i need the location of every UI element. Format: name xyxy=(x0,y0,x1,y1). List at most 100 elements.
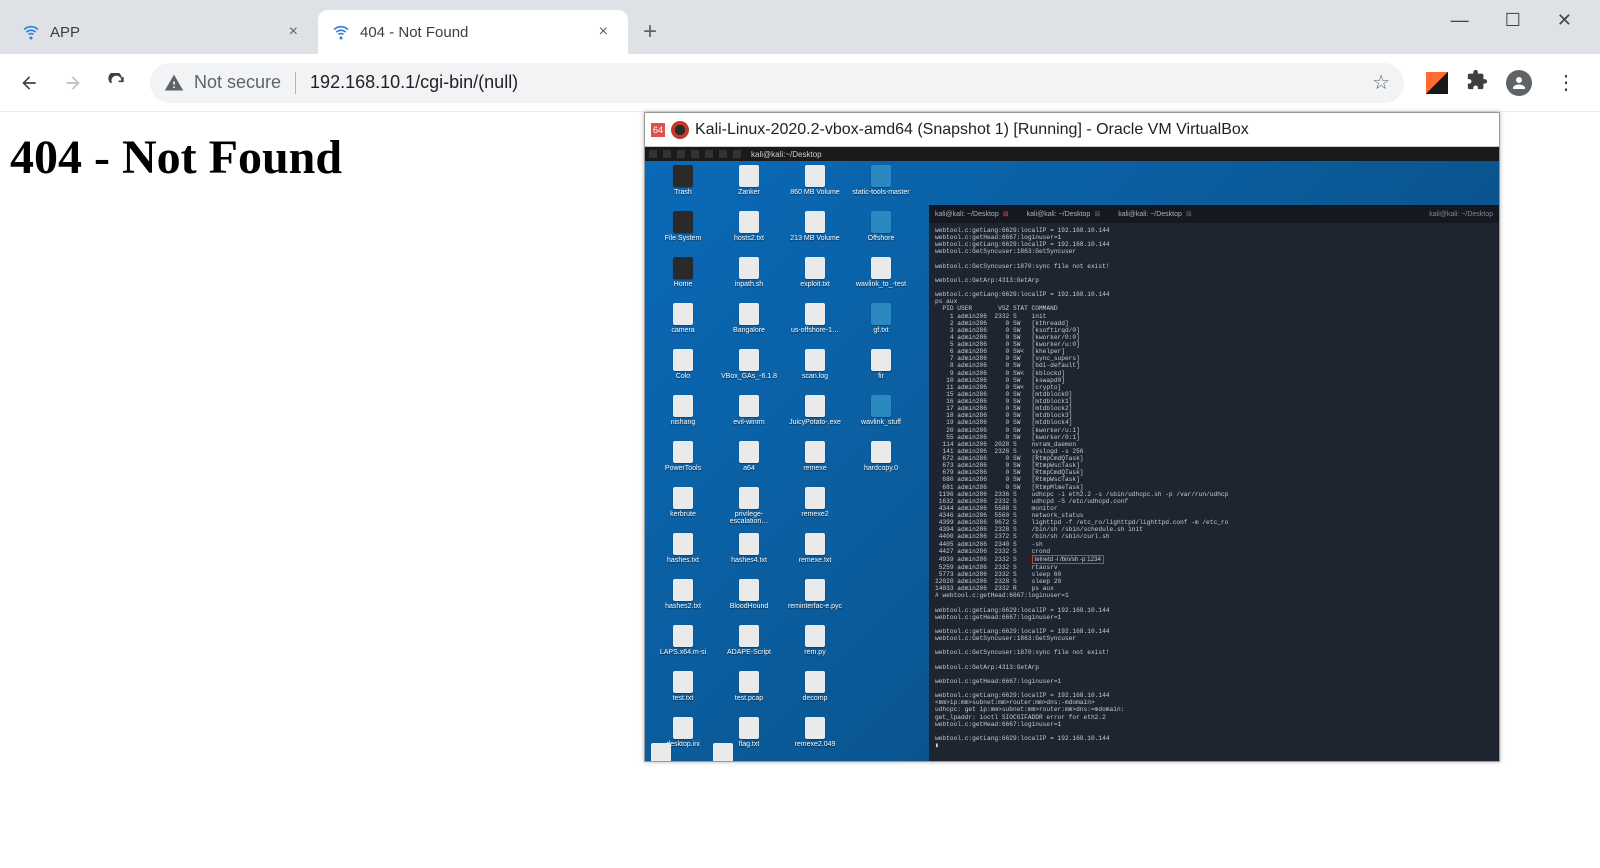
file-icon xyxy=(805,533,825,555)
terminal-output[interactable]: webtool.c:getLang:6629:localIP = 192.168… xyxy=(929,223,1499,753)
forward-button[interactable] xyxy=(54,64,92,102)
file-icon xyxy=(739,717,759,739)
new-tab-button[interactable]: + xyxy=(632,14,668,50)
desktop-icon[interactable]: nishang xyxy=(651,395,715,441)
desktop-icon[interactable]: exploit.txt xyxy=(783,257,847,303)
icon-label: hardcopy.0 xyxy=(864,465,898,472)
tab-app[interactable]: APP × xyxy=(8,10,318,54)
burp-extension-icon[interactable] xyxy=(1426,72,1448,94)
taskbar-item[interactable] xyxy=(663,150,671,158)
desktop-icon[interactable]: us-offshore-1… xyxy=(783,303,847,349)
back-button[interactable] xyxy=(10,64,48,102)
desktop-icon[interactable]: remexe2.049 xyxy=(783,717,847,761)
file-icon xyxy=(673,395,693,417)
desktop-icon[interactable]: decomp xyxy=(783,671,847,717)
desktop-icon[interactable]: privilege-escalation… xyxy=(717,487,781,533)
desktop-icon[interactable]: a64 xyxy=(717,441,781,487)
close-icon[interactable]: ⊠ xyxy=(1186,210,1192,218)
desktop-icon[interactable]: Offshore xyxy=(849,211,913,257)
desktop-icon[interactable]: Home xyxy=(651,257,715,303)
desktop-icon[interactable]: hardcopy.0 xyxy=(849,441,913,487)
desktop-icon[interactable]: rem.py xyxy=(783,625,847,671)
desktop-icon[interactable]: kerbrute xyxy=(651,487,715,533)
extensions-icon[interactable] xyxy=(1466,69,1488,97)
icon-label: JuicyPotato-.exe xyxy=(789,419,841,426)
vm-title: Kali-Linux-2020.2-vbox-amd64 (Snapshot 1… xyxy=(695,121,1249,139)
file-icon xyxy=(673,625,693,647)
desktop-icon[interactable]: PowerTools xyxy=(651,441,715,487)
taskbar-item[interactable] xyxy=(733,150,741,158)
security-label: Not secure xyxy=(194,72,281,93)
taskbar-item[interactable] xyxy=(677,150,685,158)
reload-button[interactable] xyxy=(98,64,136,102)
desktop-icon[interactable]: wavlink_stuff xyxy=(849,395,913,441)
taskbar-item[interactable] xyxy=(691,150,699,158)
vm-window[interactable]: 64 Kali-Linux-2020.2-vbox-amd64 (Snapsho… xyxy=(644,112,1500,762)
profile-avatar-icon[interactable] xyxy=(1506,70,1532,96)
browser-tabstrip: APP × 404 - Not Found × + xyxy=(0,0,1600,54)
close-icon[interactable]: ⊠ xyxy=(1094,210,1100,218)
desktop-icon[interactable]: gf.txt xyxy=(849,303,913,349)
desktop-icon[interactable]: LAPS.x64.m-si xyxy=(651,625,715,671)
icon-label: BloodHound xyxy=(730,603,769,610)
tab-title: 404 - Not Found xyxy=(360,24,593,41)
terminal-tab[interactable]: kali@kali: ~/Desktop⊠ xyxy=(1027,210,1101,218)
desktop-icon[interactable]: scan.log xyxy=(783,349,847,395)
desktop-icon[interactable]: Trash xyxy=(651,165,715,211)
desktop-icon[interactable]: test.txt xyxy=(651,671,715,717)
win-close[interactable]: ✕ xyxy=(1557,10,1572,31)
desktop-icon[interactable]: hashes4.txt xyxy=(717,533,781,579)
desktop-icon[interactable]: wavlink_to_-test xyxy=(849,257,913,303)
vm-desktop[interactable]: kali@kali:~/Desktop TrashZanker860 MB Vo… xyxy=(645,147,1499,761)
browser-menu-icon[interactable]: ⋮ xyxy=(1550,70,1582,95)
vm-taskbar[interactable]: kali@kali:~/Desktop xyxy=(645,147,1499,161)
close-icon[interactable]: × xyxy=(593,23,614,41)
desktop-icon[interactable]: inpath.sh xyxy=(717,257,781,303)
icon-label: flag.txt xyxy=(739,741,760,748)
kali-logo-icon xyxy=(671,121,689,139)
desktop-icon[interactable]: 213 MB Volume xyxy=(783,211,847,257)
desktop-icon[interactable]: Zanker xyxy=(717,165,781,211)
terminal-tabs: kali@kali: ~/Desktop⊠ kali@kali: ~/Deskt… xyxy=(929,205,1499,223)
desktop-icon[interactable]: ADAPE-Script xyxy=(717,625,781,671)
file-icon xyxy=(805,625,825,647)
file-icon xyxy=(673,533,693,555)
close-icon[interactable]: ⊠ xyxy=(1003,210,1009,218)
desktop-icon[interactable]: remexe.txt xyxy=(783,533,847,579)
terminal-tab[interactable]: kali@kali: ~/Desktop⊠ xyxy=(1118,210,1192,218)
vm-titlebar[interactable]: 64 Kali-Linux-2020.2-vbox-amd64 (Snapsho… xyxy=(645,113,1499,147)
desktop-icon[interactable]: reminterfac-e.pyc xyxy=(783,579,847,625)
bookmark-star-icon[interactable]: ☆ xyxy=(1372,70,1390,95)
desktop-icon[interactable]: test.pcap xyxy=(717,671,781,717)
desktop-icon[interactable]: VBox_GAs_-6.1.8 xyxy=(717,349,781,395)
file-icon xyxy=(805,487,825,509)
tab-404[interactable]: 404 - Not Found × xyxy=(318,10,628,54)
address-bar[interactable]: Not secure 192.168.10.1/cgi-bin/(null) ☆ xyxy=(150,63,1404,103)
desktop-icon[interactable]: hashes2.txt xyxy=(651,579,715,625)
desktop-icon[interactable]: hashes.txt xyxy=(651,533,715,579)
desktop-icon[interactable]: File System xyxy=(651,211,715,257)
terminal-window[interactable]: kali@kali: ~/Desktop⊠ kali@kali: ~/Deskt… xyxy=(929,205,1499,761)
win-minimize[interactable]: — xyxy=(1451,10,1469,31)
desktop-icon[interactable]: fir xyxy=(849,349,913,395)
file-icon[interactable] xyxy=(713,743,733,761)
terminal-tab[interactable]: kali@kali: ~/Desktop⊠ xyxy=(935,210,1009,218)
desktop-icon[interactable]: Bangalore xyxy=(717,303,781,349)
file-icon[interactable] xyxy=(651,743,671,761)
taskbar-item[interactable] xyxy=(649,150,657,158)
desktop-icon[interactable]: JuicyPotato-.exe xyxy=(783,395,847,441)
desktop-icon[interactable]: camera xyxy=(651,303,715,349)
close-icon[interactable]: × xyxy=(283,23,304,41)
taskbar-active-window[interactable]: kali@kali:~/Desktop xyxy=(751,150,822,159)
desktop-icon[interactable]: remexe xyxy=(783,441,847,487)
win-maximize[interactable]: ☐ xyxy=(1505,10,1521,31)
taskbar-item[interactable] xyxy=(719,150,727,158)
desktop-icon[interactable]: hosts2.txt xyxy=(717,211,781,257)
desktop-icon[interactable]: 860 MB Volume xyxy=(783,165,847,211)
desktop-icon[interactable]: static-tools-master xyxy=(849,165,913,211)
desktop-icon[interactable]: BloodHound xyxy=(717,579,781,625)
desktop-icon[interactable]: Colo xyxy=(651,349,715,395)
desktop-icon[interactable]: remexe2 xyxy=(783,487,847,533)
taskbar-item[interactable] xyxy=(705,150,713,158)
desktop-icon[interactable]: evil-winrm xyxy=(717,395,781,441)
